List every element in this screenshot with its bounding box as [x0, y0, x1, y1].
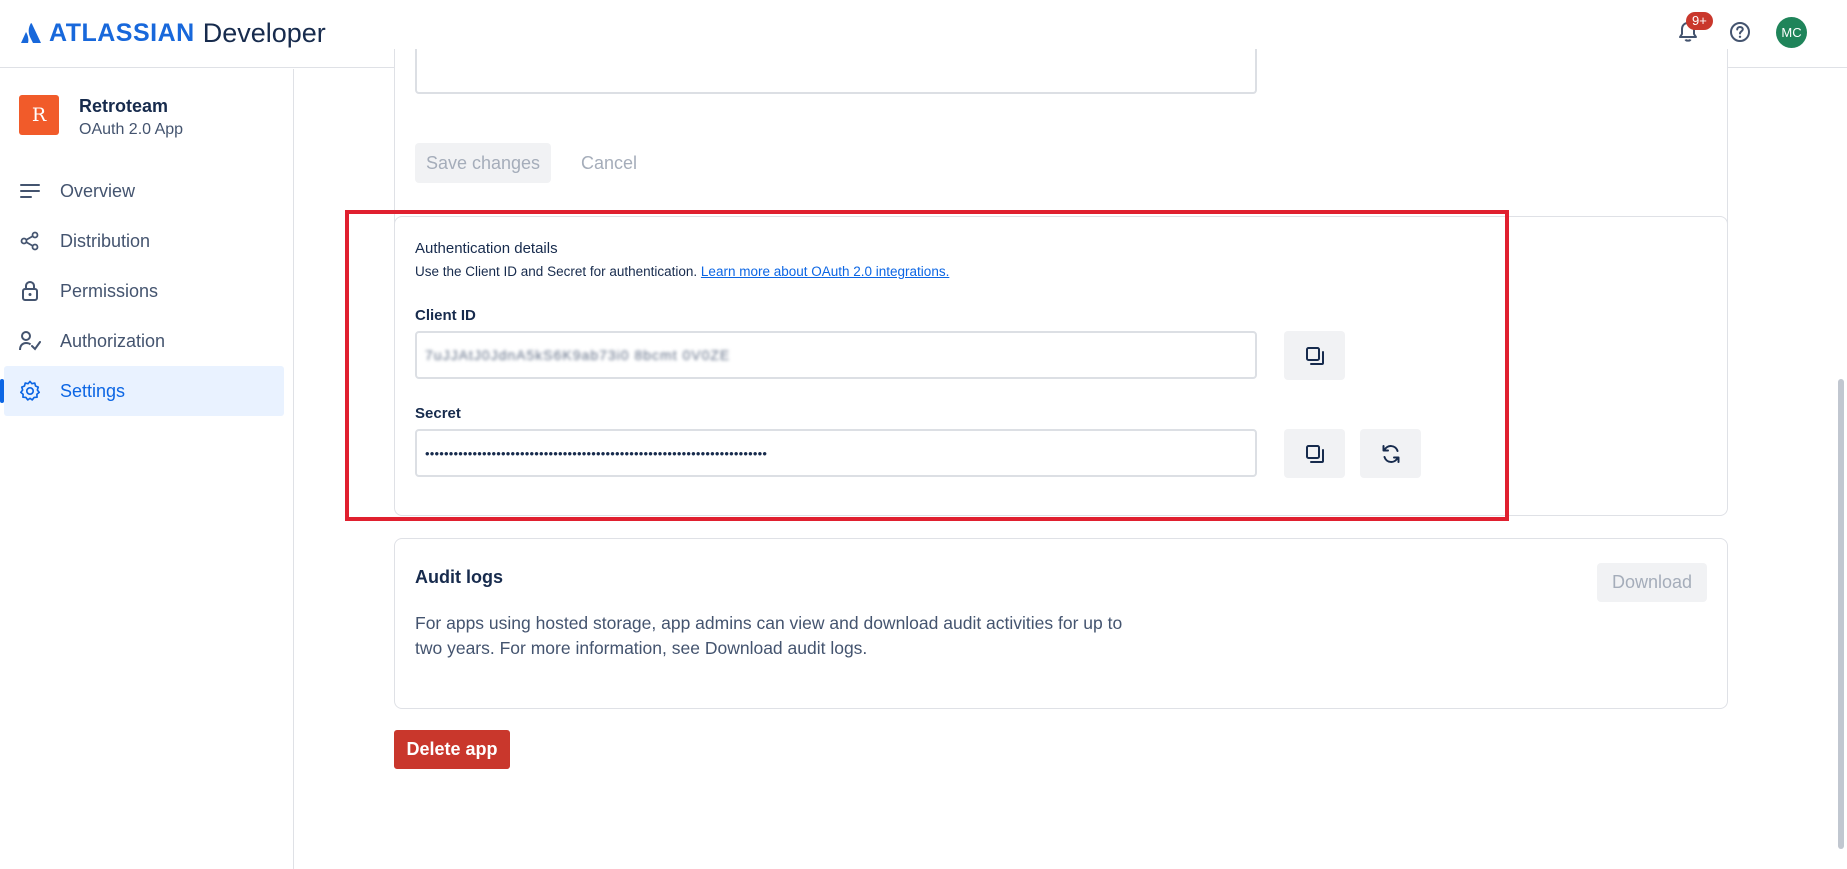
notification-badge: 9+	[1686, 12, 1713, 30]
sidebar-item-label: Settings	[60, 380, 126, 401]
oauth-learn-more-link[interactable]: Learn more about OAuth 2.0 integrations.	[701, 264, 949, 279]
app-avatar: R	[19, 95, 59, 135]
sidebar-item-label: Distribution	[60, 230, 151, 251]
sidebar-item-label: Overview	[60, 180, 136, 201]
app-type: OAuth 2.0 App	[79, 121, 184, 138]
sidebar-item-settings[interactable]: Settings	[0, 366, 284, 416]
user-avatar[interactable]: MC	[1776, 16, 1807, 48]
secret-value: ••••••••••••••••••••••••••••••••••••••••…	[425, 445, 768, 461]
app-name: Retroteam	[79, 96, 169, 116]
refresh-icon	[1382, 444, 1399, 463]
product-name: Developer	[202, 17, 326, 48]
download-audit-logs-button[interactable]: Download	[1597, 563, 1707, 602]
main-content: Save changes Cancel Authentication detai…	[295, 49, 1835, 869]
sidebar-item-label: Permissions	[60, 280, 159, 301]
copy-secret-button[interactable]	[1284, 429, 1345, 478]
client-id-value: 7uJJAtJ0JdnA5kS6K9ab73i0 8bcmt 0V0ZE	[425, 347, 731, 363]
secret-field[interactable]: ••••••••••••••••••••••••••••••••••••••••…	[415, 429, 1257, 477]
app-header: R Retroteam OAuth 2.0 App	[19, 95, 183, 139]
delete-app-button[interactable]: Delete app	[394, 730, 510, 769]
gear-icon	[19, 380, 41, 402]
help-button[interactable]	[1724, 16, 1756, 48]
copy-icon	[1305, 444, 1324, 463]
cancel-button[interactable]: Cancel	[571, 143, 647, 183]
sidebar-item-authorization[interactable]: Authorization	[0, 316, 294, 366]
audit-logs-title: Audit logs	[415, 567, 503, 587]
sidebar-item-overview[interactable]: Overview	[0, 166, 294, 216]
lock-icon	[19, 280, 41, 302]
scrollbar[interactable]	[1835, 69, 1847, 869]
sidebar-item-permissions[interactable]: Permissions	[0, 266, 294, 316]
audit-logs-card: Audit logs For apps using hosted storage…	[394, 538, 1728, 709]
atlassian-developer-logo[interactable]: ATLASSIAN Developer	[19, 16, 326, 50]
client-id-label: Client ID	[415, 307, 476, 324]
sidebar: R Retroteam OAuth 2.0 App Overview Distr…	[0, 69, 294, 869]
auth-description-text: Use the Client ID and Secret for authent…	[415, 264, 698, 279]
atlassian-logo-icon	[21, 23, 41, 43]
copy-icon	[1305, 346, 1324, 365]
secret-label: Secret	[415, 405, 461, 422]
sidebar-item-label: Authorization	[60, 330, 166, 351]
brand-name: ATLASSIAN	[49, 18, 195, 47]
help-icon	[1730, 22, 1750, 42]
copy-client-id-button[interactable]	[1284, 331, 1345, 380]
share-icon	[19, 230, 41, 252]
client-id-field[interactable]: 7uJJAtJ0JdnA5kS6K9ab73i0 8bcmt 0V0ZE	[415, 331, 1257, 379]
authentication-details-card: Authentication details Use the Client ID…	[394, 216, 1728, 516]
person-check-icon	[19, 330, 41, 352]
auth-section-title: Authentication details	[415, 240, 558, 257]
audit-logs-description: For apps using hosted storage, app admin…	[415, 613, 1123, 658]
sidebar-nav: Overview Distribution Permissions Author…	[0, 166, 294, 416]
notifications-button[interactable]: 9+	[1672, 12, 1713, 48]
auth-description: Use the Client ID and Secret for authent…	[415, 264, 949, 279]
text-field[interactable]	[415, 49, 1257, 94]
regenerate-secret-button[interactable]	[1360, 429, 1421, 478]
list-icon	[19, 180, 41, 202]
save-changes-button[interactable]: Save changes	[415, 143, 551, 183]
scrollbar-thumb[interactable]	[1838, 379, 1844, 849]
sidebar-item-distribution[interactable]: Distribution	[0, 216, 294, 266]
